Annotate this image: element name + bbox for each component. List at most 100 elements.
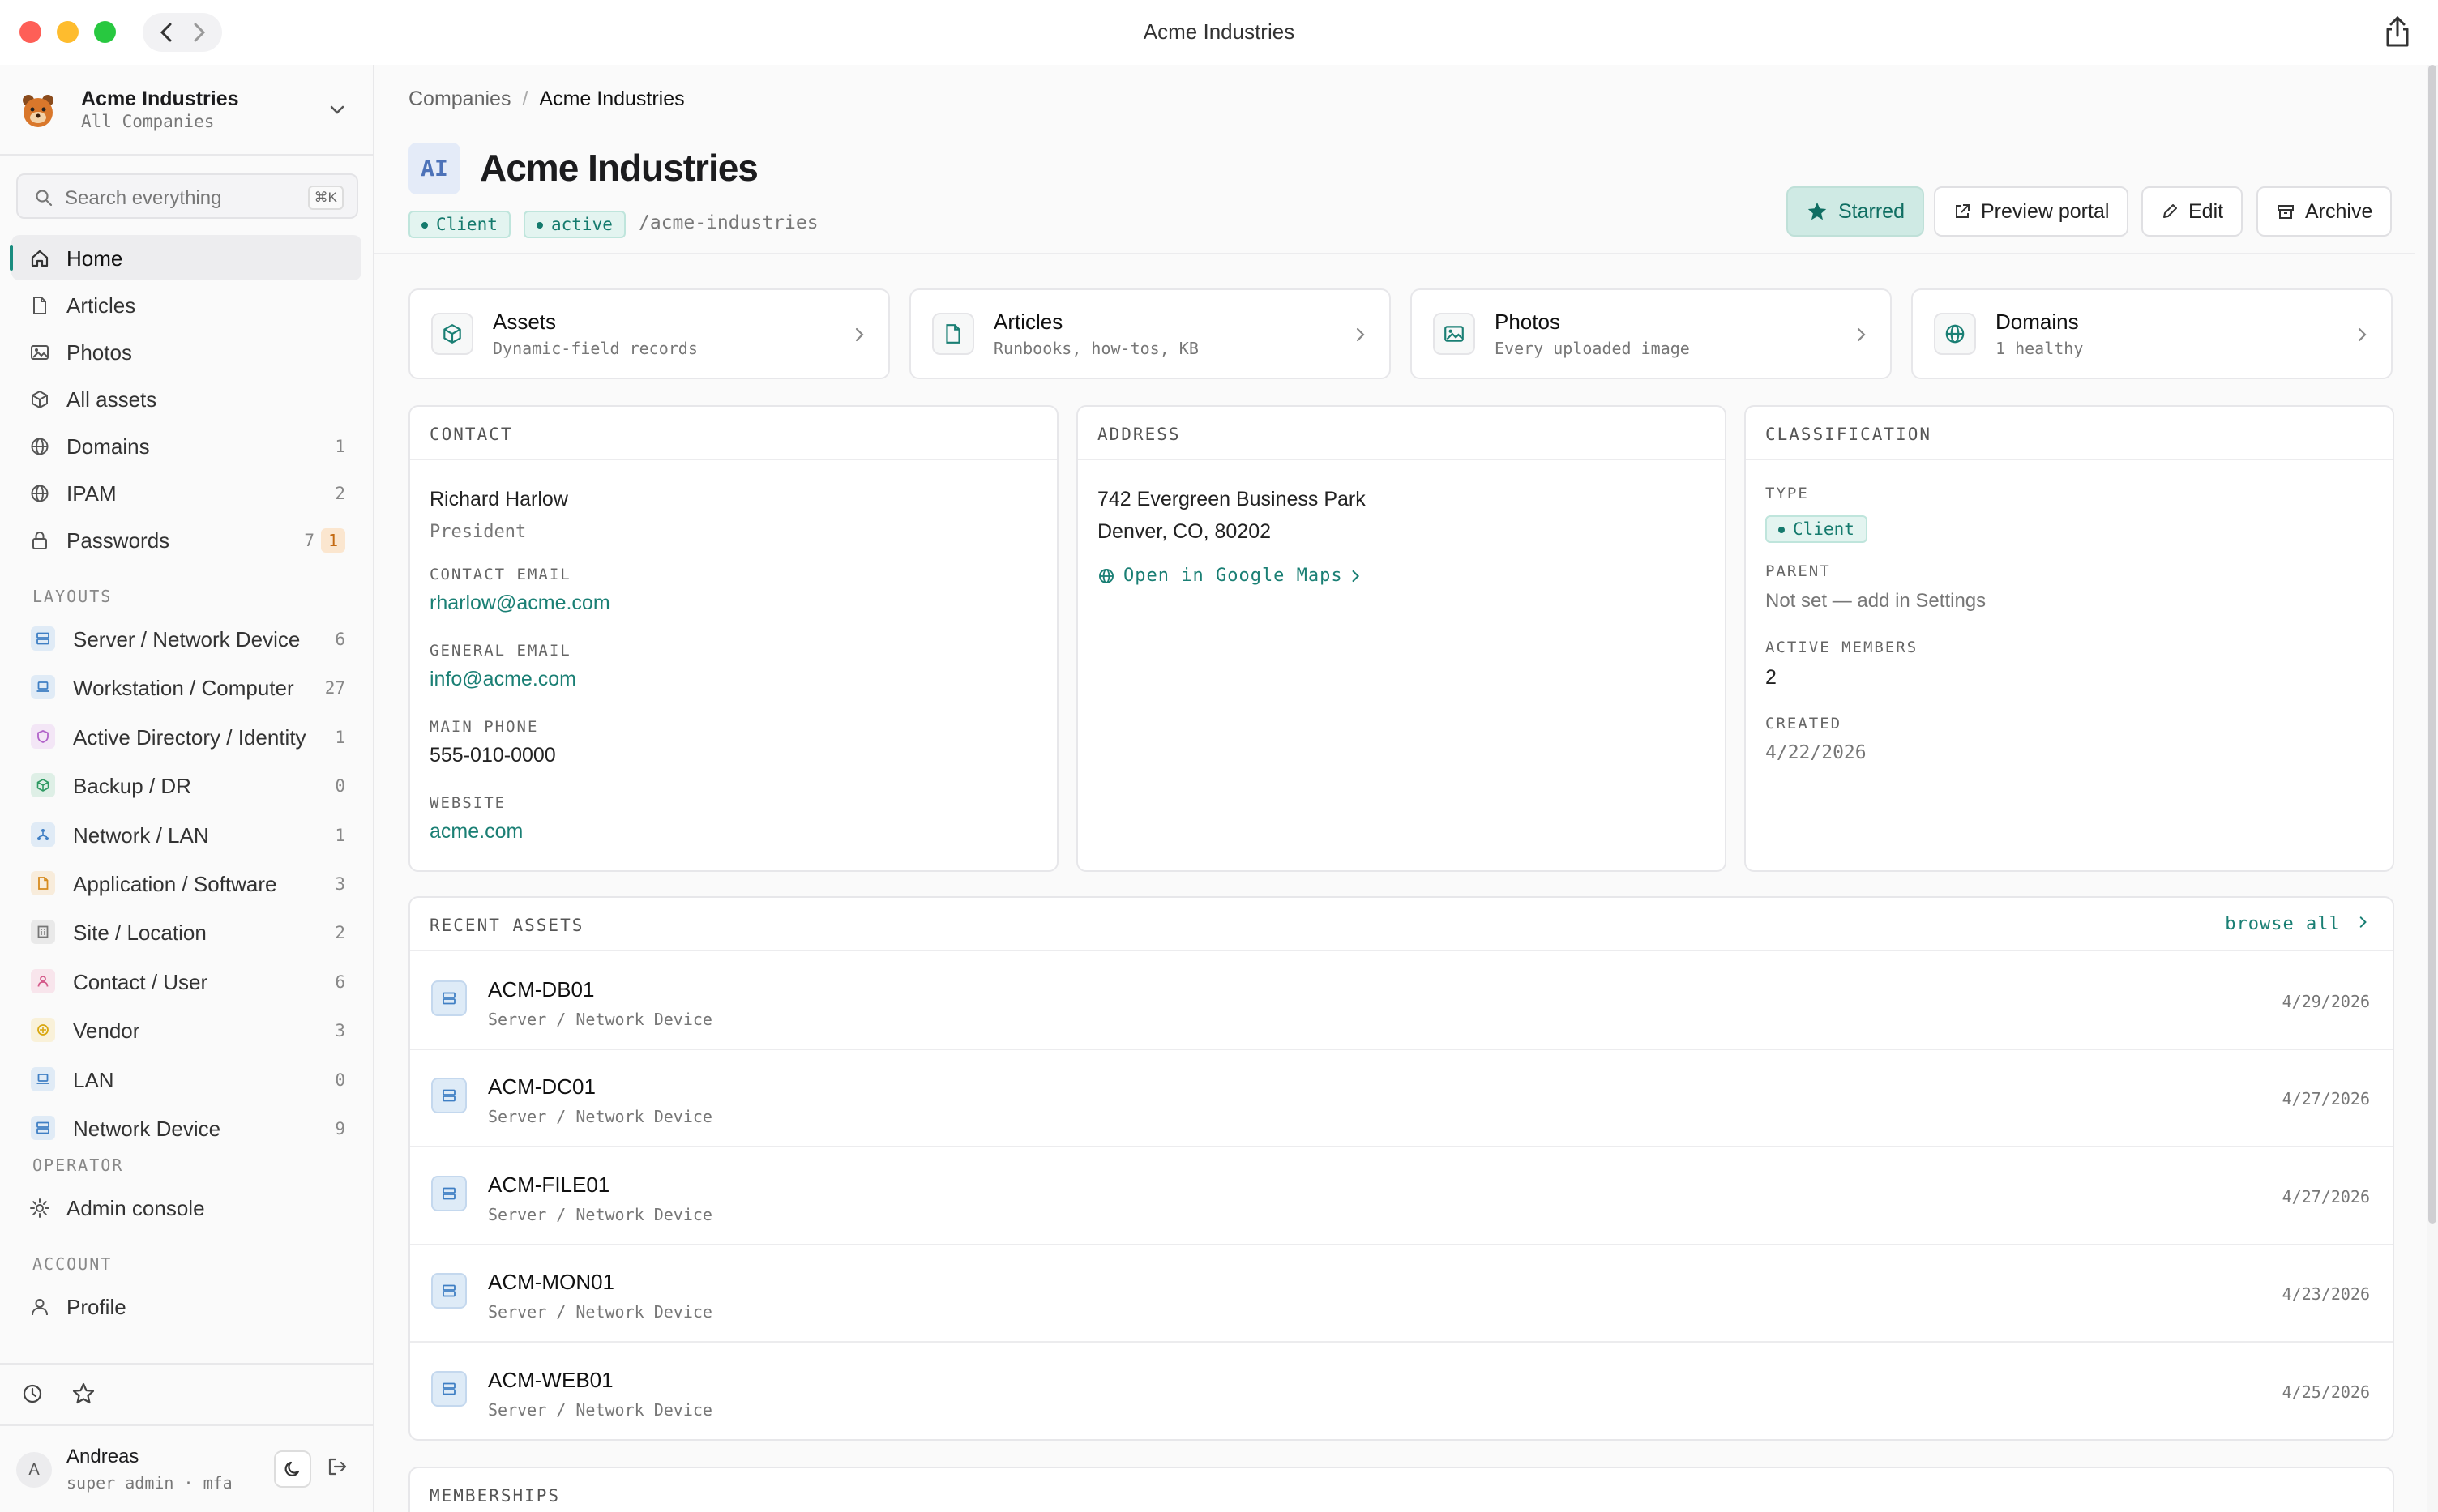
breadcrumb-separator: / <box>522 88 528 110</box>
table-row[interactable]: ACM-DC01 Server / Network Device 4/27/2026 <box>410 1050 2393 1148</box>
document-icon <box>932 313 974 355</box>
quick-card-domains[interactable]: Domains 1 healthy <box>1911 288 2393 379</box>
nav-item-passwords[interactable]: Passwords 7 1 <box>11 517 361 562</box>
starred-button[interactable]: Starred <box>1786 186 1924 237</box>
nav-item-articles[interactable]: Articles <box>11 282 361 327</box>
asset-date: 4/25/2026 <box>2282 1382 2370 1402</box>
layout-label: LAN <box>73 1067 114 1092</box>
user-name: Andreas <box>66 1446 139 1467</box>
nav-item-photos[interactable]: Photos <box>11 329 361 374</box>
quick-card-title: Assets <box>493 310 557 334</box>
network-icon <box>31 822 55 847</box>
company-scope: All Companies <box>81 112 215 131</box>
box-icon <box>431 313 473 355</box>
laptop-icon <box>31 675 55 700</box>
website-link[interactable]: acme.com <box>430 820 523 844</box>
layout-label: Vendor <box>73 1019 140 1044</box>
shield-icon <box>31 724 55 749</box>
type-badge: Client <box>1765 515 1867 543</box>
edit-button[interactable]: Edit <box>2141 186 2243 237</box>
globe-icon <box>1097 567 1115 585</box>
layout-item-backup-dr[interactable]: Backup / DR 0 <box>11 762 361 808</box>
field-label: WEBSITE <box>430 794 507 812</box>
table-row[interactable]: ACM-FILE01 Server / Network Device 4/27/20… <box>410 1148 2393 1245</box>
layout-item-site-location[interactable]: Site / Location 2 <box>11 909 361 955</box>
layout-count: 6 <box>335 630 345 649</box>
card-header: ADDRESS <box>1078 407 1725 460</box>
asset-type: Server / Network Device <box>488 1302 712 1322</box>
chevron-right-icon <box>1351 568 1361 584</box>
quick-card-subtitle: 1 healthy <box>1995 339 2084 358</box>
nav-item-profile[interactable]: Profile <box>11 1283 361 1329</box>
breadcrumb: Companies / Acme Industries <box>408 88 685 111</box>
nav-item-home[interactable]: Home <box>10 235 361 280</box>
company-initials-badge: AI <box>408 143 460 194</box>
layout-item-vendor[interactable]: Vendor 3 <box>11 1007 361 1053</box>
layout-item-server-network-device[interactable]: Server / Network Device 6 <box>11 616 361 661</box>
nav-item-domains[interactable]: Domains 1 <box>11 423 361 468</box>
address-card: ADDRESS 742 Evergreen Business Park Denv… <box>1076 405 1726 872</box>
logout-icon[interactable] <box>326 1455 349 1478</box>
layout-item-workstation-computer[interactable]: Workstation / Computer 27 <box>11 664 361 710</box>
nav-item-admin-console[interactable]: Admin console <box>11 1185 361 1230</box>
clock-icon[interactable] <box>21 1382 44 1405</box>
card-header: RECENT ASSETS <box>410 898 2393 951</box>
layout-item-contact-user[interactable]: Contact / User 6 <box>11 959 361 1004</box>
gear-icon <box>29 1198 50 1219</box>
layout-item-lan[interactable]: LAN 0 <box>11 1057 361 1102</box>
active-members-count: 2 <box>1765 666 1777 689</box>
alert-badge: 1 <box>321 528 345 553</box>
page-title: Acme Industries <box>480 147 759 189</box>
contact-email-link[interactable]: rharlow@acme.com <box>430 592 610 615</box>
layout-count: 27 <box>324 678 345 698</box>
table-row[interactable]: ACM-DB01 Server / Network Device 4/29/2026 <box>410 953 2393 1050</box>
nav-item-all-assets[interactable]: All assets <box>11 376 361 421</box>
layout-item-active-directory-identity[interactable]: Active Directory / Identity 1 <box>11 714 361 759</box>
layout-item-network-device[interactable]: Network Device 9 <box>11 1105 361 1151</box>
archive-button[interactable]: Archive <box>2256 186 2393 237</box>
asset-type: Server / Network Device <box>488 1010 712 1029</box>
chevron-right-icon <box>2357 326 2368 344</box>
card-header: CLASSIFICATION <box>1746 407 2393 460</box>
general-email-link[interactable]: info@acme.com <box>430 668 576 691</box>
layout-label: Application / Software <box>73 872 277 896</box>
search-input[interactable]: Search everything ⌘K <box>16 173 358 219</box>
field-label: MAIN PHONE <box>430 718 539 736</box>
moon-icon <box>283 1459 302 1479</box>
section-label-layouts: LAYOUTS <box>32 587 113 606</box>
table-row[interactable]: ACM-MON01 Server / Network Device 4/23/202… <box>410 1245 2393 1343</box>
star-icon[interactable] <box>71 1382 96 1406</box>
share-icon[interactable] <box>2383 15 2412 49</box>
layout-item-network-lan[interactable]: Network / LAN 1 <box>11 812 361 857</box>
company-switcher[interactable]: Acme Industries All Companies <box>0 65 373 156</box>
scrollbar-thumb[interactable] <box>2428 65 2436 1224</box>
nav-item-ipam[interactable]: IPAM 2 <box>11 470 361 515</box>
layout-count: 3 <box>335 1021 345 1041</box>
browse-all-link[interactable]: browse all <box>2225 914 2368 934</box>
quick-card-subtitle: Runbooks, how-tos, KB <box>994 339 1199 358</box>
chevron-right-icon <box>2359 915 2368 929</box>
section-label-operator: OPERATOR <box>32 1155 124 1175</box>
quick-card-photos[interactable]: Photos Every uploaded image <box>1410 288 1892 379</box>
memberships-card: MEMBERSHIPS <box>408 1467 2394 1512</box>
contact-card: CONTACT Richard Harlow President CONTACT… <box>408 405 1059 872</box>
chevron-down-icon[interactable] <box>327 102 347 118</box>
classification-card: CLASSIFICATION TYPE Client PARENT Not se… <box>1744 405 2394 872</box>
breadcrumb-link[interactable]: Companies <box>408 88 511 110</box>
nav-label: Profile <box>66 1295 126 1319</box>
quick-card-articles[interactable]: Articles Runbooks, how-tos, KB <box>909 288 1391 379</box>
layout-label: Site / Location <box>73 920 207 946</box>
field-label: TYPE <box>1765 485 1809 502</box>
quick-card-assets[interactable]: Assets Dynamic-field records <box>408 288 890 379</box>
preview-portal-button[interactable]: Preview portal <box>1934 186 2129 237</box>
theme-toggle-button[interactable] <box>274 1450 311 1488</box>
nav-label: Passwords <box>66 528 170 553</box>
layout-item-application-software[interactable]: Application / Software 3 <box>11 861 361 906</box>
quick-card-title: Photos <box>1495 310 1560 334</box>
person-icon <box>31 968 55 993</box>
edit-label: Edit <box>2188 199 2224 223</box>
layout-count: 6 <box>335 972 345 992</box>
table-row[interactable]: ACM-WEB01 Server / Network Device 4/25/202… <box>410 1343 2393 1441</box>
google-maps-link[interactable]: Open in Google Maps <box>1097 566 1361 586</box>
avatar[interactable]: A <box>16 1452 52 1488</box>
